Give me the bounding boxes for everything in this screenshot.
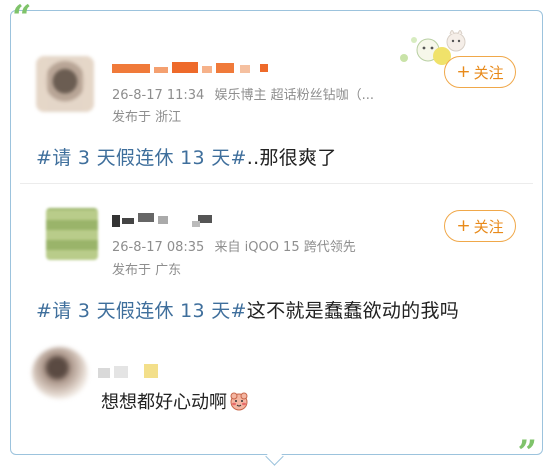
close-quote-mark: ” [517, 433, 537, 473]
hashtag-link[interactable]: #请 3 天假连休 13 天# [36, 147, 247, 169]
post-text: #请 3 天假连休 13 天#..那很爽了 [36, 143, 337, 170]
comment-avatar[interactable] [32, 347, 88, 399]
post-meta-line: 26-8-17 11:34 娱乐博主 超话粉丝钻咖（... [112, 84, 374, 103]
post-location: 发布于 广东 [112, 263, 182, 278]
avatar[interactable] [46, 208, 98, 260]
blushing-face-emoji-icon [230, 392, 248, 411]
blurred-comment-username[interactable] [96, 362, 166, 382]
avatar[interactable] [36, 56, 94, 112]
timestamp: 26-8-17 08:35 [112, 240, 205, 255]
plus-icon: + [456, 62, 471, 82]
open-quote-mark: “ [12, 0, 32, 38]
post-body: 这不就是蠢蠢欲动的我吗 [246, 300, 460, 322]
post-divider [20, 183, 533, 184]
follow-label: 关注 [473, 217, 504, 236]
plus-icon: + [456, 216, 471, 236]
post-source[interactable]: 来自 iQOO 15 跨代领先 [214, 240, 355, 255]
follow-label: 关注 [473, 63, 504, 82]
post-meta-line: 26-8-17 08:35 来自 iQOO 15 跨代领先 [112, 236, 356, 255]
hashtag-link[interactable]: #请 3 天假连休 13 天# [36, 300, 247, 322]
post-body: ..那很爽了 [246, 147, 337, 169]
follow-button[interactable]: + 关注 [444, 56, 516, 88]
post-text: #请 3 天假连休 13 天#这不就是蠢蠢欲动的我吗 [36, 296, 459, 323]
blurred-username[interactable] [112, 62, 282, 76]
follow-button[interactable]: + 关注 [444, 210, 516, 242]
timestamp: 26-8-17 11:34 [112, 88, 205, 103]
comment-text: 想想都好心动啊 [101, 388, 249, 414]
comment-body: 想想都好心动啊 [101, 392, 227, 413]
user-badge[interactable]: 娱乐博主 超话粉丝钻咖（... [214, 88, 374, 103]
post-location: 发布于 浙江 [112, 110, 182, 125]
blurred-username[interactable] [112, 213, 232, 229]
